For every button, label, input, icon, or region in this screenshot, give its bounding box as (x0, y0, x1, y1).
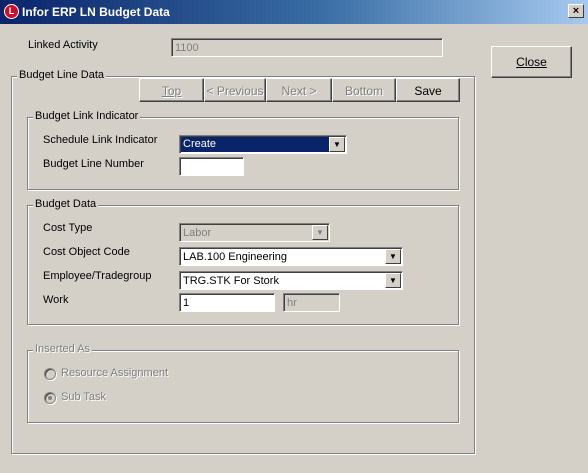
cost-object-code-select[interactable]: LAB.100 Engineering ▼ (179, 247, 403, 266)
employee-tradegroup-select[interactable]: TRG.STK For Stork ▼ (179, 271, 403, 290)
linked-activity-field: 1100 (171, 38, 443, 57)
window-title: Infor ERP LN Budget Data (22, 5, 170, 19)
close-button[interactable]: Close (491, 46, 572, 78)
top-button[interactable]: Top (139, 78, 204, 102)
save-button[interactable]: Save (396, 78, 460, 102)
chevron-down-icon[interactable]: ▼ (385, 249, 401, 264)
work-field[interactable]: 1 (179, 293, 275, 312)
budget-link-indicator-legend: Budget Link Indicator (33, 110, 141, 123)
chevron-down-icon: ▼ (312, 225, 328, 240)
resource-assignment-radio[interactable] (44, 368, 56, 380)
cost-type-select: Labor ▼ (179, 223, 330, 242)
cost-type-label: Cost Type (43, 222, 93, 234)
cost-object-code-label: Cost Object Code (43, 246, 130, 258)
inserted-as-legend: Inserted As (33, 343, 93, 356)
chevron-down-icon[interactable]: ▼ (385, 273, 401, 288)
save-button-label: Save (414, 84, 442, 98)
bottom-button-label: Bottom (344, 84, 383, 98)
title-bar[interactable]: L Infor ERP LN Budget Data × (0, 0, 588, 24)
previous-button[interactable]: < Previous (204, 78, 266, 102)
budget-line-data-legend: Budget Line Data (17, 69, 107, 82)
linked-activity-label: Linked Activity (28, 39, 98, 51)
window-close-button[interactable]: × (568, 4, 584, 18)
close-button-label: Close (516, 55, 547, 69)
radio-selected-dot (48, 396, 52, 400)
budget-data-legend: Budget Data (33, 198, 99, 211)
chevron-down-icon[interactable]: ▼ (329, 137, 345, 152)
budget-line-number-field[interactable] (179, 157, 244, 176)
app-icon: L (4, 4, 19, 19)
resource-assignment-label: Resource Assignment (61, 367, 168, 379)
schedule-link-indicator-value: Create (181, 137, 329, 152)
previous-button-label: < Previous (206, 84, 264, 98)
work-label: Work (43, 294, 69, 306)
inserted-as-group (27, 350, 459, 423)
schedule-link-indicator-label: Schedule Link Indicator (43, 134, 158, 146)
sub-task-radio[interactable] (44, 392, 56, 404)
cost-type-value: Labor (183, 227, 212, 239)
sub-task-label: Sub Task (61, 391, 107, 403)
top-button-label: Top (161, 84, 182, 98)
work-unit-field: hr (283, 293, 340, 312)
budget-line-number-label: Budget Line Number (43, 158, 144, 170)
employee-tradegroup-value: TRG.STK For Stork (183, 275, 279, 287)
employee-tradegroup-label: Employee/Tradegroup (43, 270, 152, 282)
schedule-link-indicator-select[interactable]: Create ▼ (179, 135, 347, 154)
next-button[interactable]: Next > (266, 78, 332, 102)
bottom-button[interactable]: Bottom (332, 78, 396, 102)
next-button-label: Next > (281, 84, 317, 98)
cost-object-code-value: LAB.100 Engineering (183, 251, 287, 263)
